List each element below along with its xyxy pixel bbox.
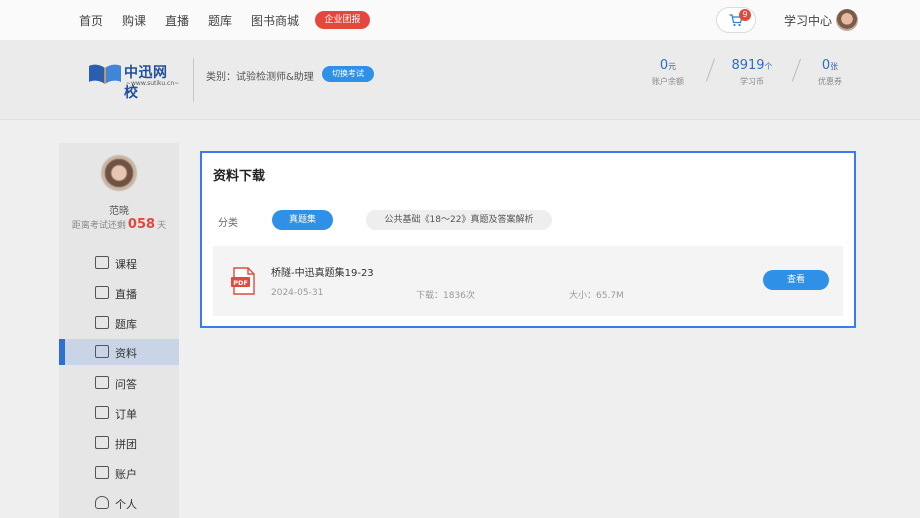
coins-stat[interactable]: 8919个 学习币 — [728, 54, 776, 87]
materials-download-panel: 资料下载 分类 真题集 公共基础《18～22》真题及答案解析 PDF 桥隧-中迅… — [200, 151, 856, 328]
coupons-unit: 张 — [830, 62, 839, 71]
coupons-stat[interactable]: 0张 优惠券 — [812, 54, 848, 87]
coins-unit: 个 — [764, 62, 773, 71]
file-name: 桥隧-中迅真题集19-23 — [271, 268, 374, 279]
sidebar-item-qa[interactable]: 问答 — [59, 370, 179, 396]
file-list-item: PDF 桥隧-中迅真题集19-23 2024-05-31 下载：1836次 大小… — [213, 246, 843, 316]
site-logo[interactable]: 中迅网校 ~www.sutiku.cn~ — [88, 58, 180, 101]
top-navigation: 首页 购课 直播 题库 图书商城 企业团报 9 学习中心 — [0, 0, 920, 40]
view-button[interactable]: 查看 — [763, 270, 829, 290]
cart-count-badge: 9 — [739, 9, 751, 21]
chart-monitor-icon — [95, 286, 109, 299]
study-center-link[interactable]: 学习中心 — [784, 12, 832, 29]
sidebar-item-label: 拼团 — [115, 438, 137, 451]
user-avatar[interactable] — [836, 9, 858, 31]
category-label: 分类 — [218, 218, 238, 229]
countdown-days: 058 — [127, 217, 156, 232]
exam-countdown: 距离考试还剩 058 天 — [59, 217, 179, 232]
nav-buy-courses[interactable]: 购课 — [122, 12, 146, 29]
sidebar-item-personal[interactable]: 个人 — [59, 490, 179, 516]
wallet-icon — [95, 466, 109, 479]
sidebar-item-label: 订单 — [115, 408, 137, 421]
stat-divider — [791, 58, 802, 82]
page-title: 资料下载 — [213, 169, 266, 184]
nav-home[interactable]: 首页 — [79, 12, 103, 29]
nav-live[interactable]: 直播 — [165, 12, 189, 29]
nav-bookstore[interactable]: 图书商城 — [251, 12, 299, 29]
sidebar-item-live[interactable]: 直播 — [59, 280, 179, 306]
countdown-prefix: 距离考试还剩 — [71, 221, 126, 231]
balance-stat[interactable]: 0元 账户余额 — [648, 54, 688, 87]
pdf-label: PDF — [233, 279, 248, 287]
nav-question-bank[interactable]: 题库 — [208, 12, 232, 29]
file-downloads: 下载：1836次 — [416, 291, 475, 301]
sidebar-item-account[interactable]: 账户 — [59, 460, 179, 486]
sidebar-item-label: 问答 — [115, 378, 137, 391]
exam-category: 类别：试验检测师&助理 — [206, 72, 314, 83]
edit-doc-icon — [95, 316, 109, 329]
pdf-file-icon: PDF — [231, 267, 255, 295]
chat-icon — [95, 376, 109, 389]
enterprise-promo-button[interactable]: 企业团报 — [315, 11, 370, 29]
sidebar-item-materials[interactable]: 资料 — [59, 339, 179, 365]
sidebar-item-label: 个人 — [115, 498, 137, 511]
sidebar-item-label: 课程 — [115, 258, 137, 271]
logo-url: ~www.sutiku.cn~ — [126, 80, 180, 87]
sidebar-item-question-bank[interactable]: 题库 — [59, 310, 179, 336]
stat-divider — [705, 58, 716, 82]
cart-button[interactable]: 9 — [716, 7, 756, 33]
category-chip-active[interactable]: 真题集 — [272, 210, 333, 230]
balance-value: 0 — [659, 58, 669, 73]
coupons-value: 0 — [821, 58, 831, 73]
sidebar-item-courses[interactable]: 课程 — [59, 250, 179, 276]
document-icon — [95, 345, 109, 358]
switch-exam-button[interactable]: 切换考试 — [322, 66, 374, 82]
coins-label: 学习币 — [740, 77, 764, 86]
file-size: 大小：65.7M — [569, 291, 624, 301]
group-buy-icon — [95, 436, 109, 449]
countdown-suffix: 天 — [157, 221, 167, 231]
balance-label: 账户余额 — [652, 77, 684, 86]
calendar-icon — [95, 256, 109, 269]
header-divider — [193, 58, 194, 102]
left-sidebar: 范晓 距离考试还剩 058 天 课程 直播 题库 资料 问答 订单 拼团 账户 个人 — [59, 143, 179, 518]
sidebar-item-label: 直播 — [115, 288, 137, 301]
sidebar-item-label: 资料 — [115, 347, 137, 360]
sidebar-item-label: 账户 — [115, 468, 137, 481]
coupons-label: 优惠券 — [818, 77, 842, 86]
category-chip[interactable]: 公共基础《18～22》真题及答案解析 — [366, 210, 552, 230]
sidebar-item-label: 题库 — [115, 318, 137, 331]
order-icon — [95, 406, 109, 419]
profile-avatar[interactable] — [101, 155, 137, 191]
sidebar-item-orders[interactable]: 订单 — [59, 400, 179, 426]
sidebar-item-group-buy[interactable]: 拼团 — [59, 430, 179, 456]
account-header: 中迅网校 ~www.sutiku.cn~ 类别：试验检测师&助理 切换考试 0元… — [0, 40, 920, 120]
file-date: 2024-05-31 — [271, 288, 324, 298]
balance-unit: 元 — [668, 62, 677, 71]
open-book-icon — [89, 64, 121, 84]
person-icon — [95, 496, 109, 509]
username: 范晓 — [109, 206, 129, 217]
coins-value: 8919 — [731, 58, 765, 73]
